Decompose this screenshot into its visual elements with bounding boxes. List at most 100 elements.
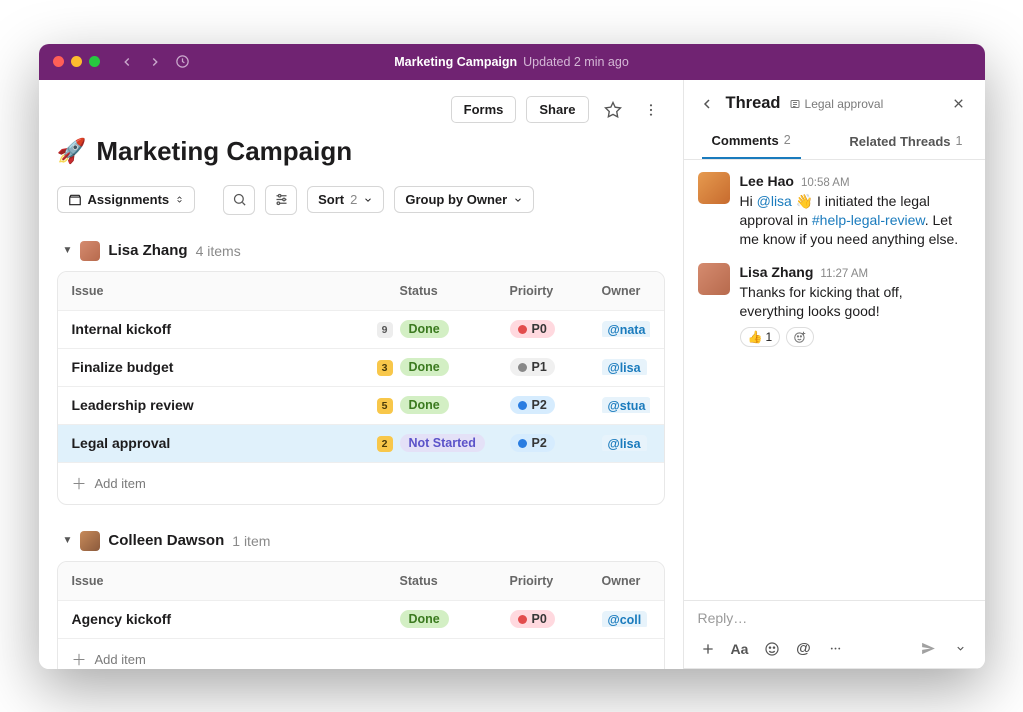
- issue-title: Internal kickoff: [72, 321, 370, 337]
- col-header-issue: Issue: [72, 574, 370, 588]
- add-reaction-button[interactable]: [786, 327, 814, 347]
- priority-badge[interactable]: P2: [510, 434, 555, 452]
- col-header-status: Status: [400, 574, 510, 588]
- mention[interactable]: @lisa: [757, 193, 792, 209]
- forward-button[interactable]: [144, 51, 166, 73]
- group-item-count: 1 item: [232, 533, 270, 549]
- minimize-window-icon[interactable]: [71, 56, 82, 67]
- more-compose-button[interactable]: [826, 639, 846, 659]
- priority-badge[interactable]: P0: [510, 610, 555, 628]
- col-header-status: Status: [400, 284, 510, 298]
- panel-close-button[interactable]: [947, 92, 971, 116]
- priority-badge[interactable]: P2: [510, 396, 555, 414]
- sort-count: 2: [350, 192, 357, 207]
- reaction-emoji: 👍: [748, 329, 763, 345]
- titlebar-subtitle: Updated 2 min ago: [523, 55, 629, 69]
- more-menu-button[interactable]: [637, 96, 665, 124]
- table-row[interactable]: Finalize budget 3 Done P1 @lisa: [58, 348, 664, 386]
- status-badge[interactable]: Done: [400, 396, 449, 414]
- assignments-dropdown[interactable]: Assignments: [57, 186, 196, 213]
- window-controls: [53, 56, 100, 67]
- group-owner-name: Colleen Dawson: [108, 532, 224, 549]
- priority-badge[interactable]: P1: [510, 358, 555, 376]
- group-collapse-toggle[interactable]: ▼: [63, 535, 73, 546]
- message-time: 11:27 AM: [820, 267, 868, 283]
- tab-comments-count: 2: [784, 133, 791, 147]
- history-button[interactable]: [172, 51, 194, 73]
- reply-input[interactable]: [698, 610, 971, 632]
- table-row[interactable]: Leadership review 5 Done P2 @stua: [58, 386, 664, 424]
- message-text: Hi @lisa 👋 I initiated the legal approva…: [740, 192, 971, 249]
- back-button[interactable]: [116, 51, 138, 73]
- comment-count-badge: 3: [377, 360, 393, 376]
- emoji-button[interactable]: [762, 639, 782, 659]
- group-item-count: 4 items: [196, 243, 241, 259]
- group-collapse-toggle[interactable]: ▼: [63, 245, 73, 256]
- col-header-owner: Owner: [602, 284, 650, 298]
- mention[interactable]: #help-legal-review: [812, 212, 925, 228]
- issue-title: Agency kickoff: [72, 611, 370, 627]
- group-by-dropdown[interactable]: Group by Owner: [394, 186, 534, 213]
- status-badge[interactable]: Done: [400, 358, 449, 376]
- reaction[interactable]: 👍1: [740, 327, 781, 347]
- add-item-label: Add item: [95, 476, 146, 491]
- comment-count-badge: 2: [377, 436, 393, 452]
- thread-message: Lee Hao10:58 AMHi @lisa 👋 I initiated th…: [698, 172, 971, 249]
- panel-title: Thread: [726, 94, 781, 113]
- page-title: Marketing Campaign: [96, 136, 352, 167]
- table-row[interactable]: Legal approval 2 Not Started P2 @lisa: [58, 424, 664, 462]
- thread-message: Lisa Zhang11:27 AMThanks for kicking tha…: [698, 263, 971, 347]
- thread-panel: Thread Legal approval Comments 2 Related…: [683, 80, 985, 669]
- sort-label: Sort: [318, 192, 344, 207]
- list-icon: [789, 98, 801, 110]
- status-badge[interactable]: Done: [400, 320, 449, 338]
- add-item-button[interactable]: ＋Add item: [58, 462, 664, 504]
- owner-tag[interactable]: @stua: [602, 397, 650, 413]
- status-badge[interactable]: Done: [400, 610, 449, 628]
- plus-icon: ＋: [72, 649, 87, 669]
- page-emoji: 🚀: [57, 137, 87, 166]
- tab-related-count: 1: [956, 134, 963, 148]
- owner-avatar: [80, 531, 100, 551]
- priority-dot-icon: [518, 363, 527, 372]
- close-window-icon[interactable]: [53, 56, 64, 67]
- status-badge[interactable]: Not Started: [400, 434, 485, 452]
- panel-back-button[interactable]: [696, 93, 718, 115]
- sort-dropdown[interactable]: Sort 2: [307, 186, 384, 213]
- col-header-issue: Issue: [72, 284, 370, 298]
- issue-title: Legal approval: [72, 435, 370, 451]
- attach-button[interactable]: [698, 639, 718, 659]
- maximize-window-icon[interactable]: [89, 56, 100, 67]
- group-owner-name: Lisa Zhang: [108, 242, 187, 259]
- send-button[interactable]: [919, 639, 939, 659]
- forms-button[interactable]: Forms: [451, 96, 517, 123]
- col-header-priority: Prioirty: [510, 284, 602, 298]
- tab-related-label: Related Threads: [849, 134, 950, 149]
- assignments-label: Assignments: [88, 192, 170, 207]
- app-window: Marketing Campaign Updated 2 min ago For…: [39, 44, 985, 669]
- tab-related[interactable]: Related Threads 1: [839, 124, 972, 159]
- comment-count-badge: 9: [377, 322, 393, 338]
- search-button[interactable]: [223, 185, 255, 215]
- mention-button[interactable]: @: [794, 639, 814, 659]
- owner-tag[interactable]: @nata: [602, 321, 650, 337]
- message-author: Lisa Zhang: [740, 263, 814, 282]
- owner-tag[interactable]: @lisa: [602, 435, 647, 451]
- add-item-label: Add item: [95, 652, 146, 667]
- add-item-button[interactable]: ＋ Add item: [58, 638, 664, 669]
- owner-tag[interactable]: @coll: [602, 611, 648, 627]
- format-button[interactable]: Aa: [730, 639, 750, 659]
- priority-badge[interactable]: P0: [510, 320, 555, 338]
- tab-comments[interactable]: Comments 2: [702, 124, 801, 159]
- table-row[interactable]: Agency kickoff Done P0 @coll: [58, 600, 664, 638]
- share-button[interactable]: Share: [526, 96, 588, 123]
- favorite-button[interactable]: [599, 96, 627, 124]
- reply-composer: Aa @: [684, 600, 985, 669]
- send-options-button[interactable]: [951, 639, 971, 659]
- owner-tag[interactable]: @lisa: [602, 359, 647, 375]
- owner-avatar: [80, 241, 100, 261]
- table-row[interactable]: Internal kickoff 9 Done P0 @nata: [58, 310, 664, 348]
- priority-dot-icon: [518, 439, 527, 448]
- filter-settings-button[interactable]: [265, 185, 297, 215]
- priority-dot-icon: [518, 325, 527, 334]
